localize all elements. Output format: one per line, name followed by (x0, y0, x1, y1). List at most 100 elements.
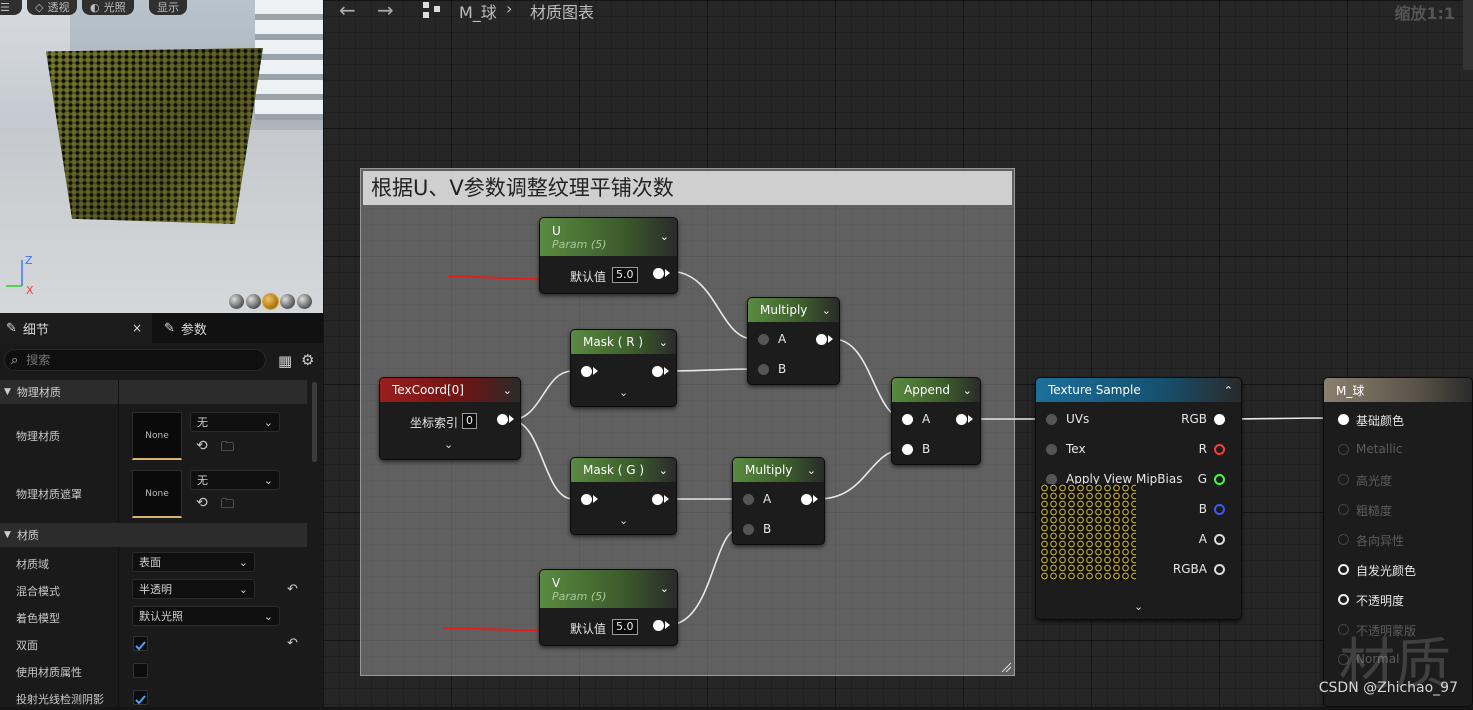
material-graph-canvas[interactable]: ← → M_球 › 材质图表 缩放1:1 根据U、V参数调整纹理平铺次数 U P… (323, 0, 1473, 707)
tab-parameters[interactable]: ✎ 参数 (158, 313, 213, 343)
node-multiply-2[interactable]: Multiply ⌄ A B (732, 457, 825, 545)
reset-arrow-icon[interactable]: ⟲ (196, 438, 208, 454)
collapse-icon[interactable]: ⌄ (503, 384, 512, 397)
default-value-input[interactable]: 5.0 (612, 267, 638, 283)
table-view-icon[interactable]: ▦ (278, 352, 292, 370)
expand-chevron-icon[interactable]: ⌄ (1134, 600, 1143, 613)
physical-material-mask-combo[interactable]: 无 ⌄ (190, 470, 280, 490)
shading-model-combo[interactable]: 默认光照 ⌄ (132, 606, 280, 626)
input-pin-a[interactable] (758, 334, 769, 345)
details-scrollbar[interactable] (312, 382, 317, 462)
chevron-down-icon: ⌄ (263, 415, 273, 429)
input-pin-metallic[interactable] (1338, 444, 1349, 455)
expand-chevron-icon[interactable]: ⌄ (619, 514, 628, 527)
csdn-credit: CSDN @Zhichao_97 (1318, 680, 1458, 696)
collapse-icon[interactable]: ⌄ (807, 464, 816, 477)
browse-folder-icon[interactable]: 🗀 (221, 495, 234, 517)
output-pin[interactable] (653, 620, 664, 631)
sphere-preview-icon[interactable] (246, 294, 261, 309)
material-domain-combo[interactable]: 表面 ⌄ (132, 552, 255, 572)
background-building (255, 0, 323, 120)
output-pin[interactable] (956, 414, 967, 425)
node-texcoord[interactable]: TexCoord[0] ⌄ 坐标索引 0 ⌄ (379, 377, 521, 460)
expand-chevron-icon[interactable]: ⌄ (619, 386, 628, 399)
material-preview-viewport[interactable]: ☰ ◇ 透视 ◐ 光照 显示 Z X (0, 0, 323, 313)
output-pin-a[interactable] (1214, 534, 1225, 545)
collapse-icon[interactable]: ⌄ (659, 336, 668, 349)
expand-chevron-icon[interactable]: ⌄ (444, 438, 453, 451)
input-pin-b[interactable] (758, 364, 769, 375)
collapse-icon[interactable]: ⌄ (659, 464, 668, 477)
chevron-down-icon: ⌄ (238, 582, 248, 596)
reset-to-default-icon[interactable]: ↶ (287, 636, 298, 651)
input-pin-uvs[interactable] (1046, 414, 1057, 425)
collapse-arrow-icon: ▼ (4, 387, 11, 397)
reset-to-default-icon[interactable]: ↶ (287, 582, 298, 597)
collapse-icon[interactable]: ⌄ (660, 582, 669, 595)
cube-preview-icon[interactable] (280, 294, 295, 309)
asset-thumbnail[interactable]: None (132, 412, 182, 460)
collapse-up-icon[interactable]: ⌃ (1224, 384, 1233, 397)
preview-mesh-selector[interactable] (229, 293, 312, 310)
section-material[interactable]: ▼ 材质 (0, 523, 307, 547)
viewport-menu-button[interactable]: ☰ (0, 0, 22, 15)
input-pin-specular[interactable] (1338, 474, 1349, 485)
blend-mode-combo[interactable]: 半透明 ⌄ (132, 579, 255, 599)
collapse-icon[interactable]: ⌄ (963, 384, 972, 397)
output-pin-b[interactable] (1214, 504, 1225, 515)
search-input[interactable] (26, 353, 247, 367)
asset-thumbnail[interactable]: None (132, 470, 182, 518)
output-pin[interactable] (497, 414, 508, 425)
output-pin[interactable] (801, 494, 812, 505)
output-pin-rgb[interactable] (1214, 414, 1225, 425)
cast-ray-traced-shadows-checkbox[interactable] (133, 690, 148, 705)
tab-details[interactable]: ✎ 细节 × (0, 313, 152, 343)
input-pin-b[interactable] (902, 444, 913, 455)
perspective-button[interactable]: ◇ 透视 (27, 0, 78, 15)
output-pin-g[interactable] (1214, 474, 1225, 485)
input-pin[interactable] (581, 366, 592, 377)
output-pin[interactable] (652, 494, 663, 505)
two-sided-checkbox[interactable] (133, 636, 148, 651)
output-pin-rgba[interactable] (1214, 564, 1225, 575)
cylinder-preview-icon[interactable] (229, 294, 244, 309)
input-pin[interactable] (581, 494, 592, 505)
node-texture-sample[interactable]: Texture Sample ⌃ UVs Tex Apply View MipBi… (1035, 377, 1242, 620)
details-search[interactable]: ⌕ (4, 349, 266, 371)
output-pin[interactable] (652, 366, 663, 377)
browse-folder-icon[interactable]: 🗀 (221, 438, 234, 460)
collapse-icon[interactable]: ⌄ (660, 230, 669, 243)
close-icon[interactable]: × (132, 321, 142, 335)
collapse-icon[interactable]: ⌄ (822, 304, 831, 317)
output-pin[interactable] (816, 334, 827, 345)
node-multiply-1[interactable]: Multiply ⌄ A B (747, 297, 840, 385)
input-pin-b[interactable] (743, 524, 754, 535)
physical-material-combo[interactable]: 无 ⌄ (190, 412, 280, 432)
input-pin-base-color[interactable] (1338, 414, 1349, 425)
reset-arrow-icon[interactable]: ⟲ (196, 495, 208, 511)
input-pin-tex[interactable] (1046, 444, 1057, 455)
show-button[interactable]: 显示 (149, 0, 187, 15)
node-mask-r[interactable]: Mask ( R ) ⌄ ⌄ (570, 329, 677, 407)
section-physical-material[interactable]: ▼ 物理材质 (0, 380, 307, 404)
input-pin-a[interactable] (902, 414, 913, 425)
teapot-preview-icon[interactable] (297, 294, 312, 309)
coordinate-index-input[interactable]: 0 (462, 413, 477, 429)
default-value-input[interactable]: 5.0 (612, 619, 638, 635)
gear-icon[interactable]: ⚙ (301, 351, 314, 369)
lighting-icon: ◐ (90, 0, 100, 14)
input-pin-anisotropy[interactable] (1338, 534, 1349, 545)
node-append[interactable]: Append ⌄ A B (891, 377, 981, 465)
lighting-button[interactable]: ◐ 光照 (82, 0, 134, 15)
input-pin-a[interactable] (743, 494, 754, 505)
output-pin[interactable] (653, 268, 664, 279)
plane-preview-icon[interactable] (262, 293, 279, 310)
output-pin-r[interactable] (1214, 444, 1225, 455)
node-param-u[interactable]: U Param (5) ⌄ 默认值 5.0 (539, 217, 678, 294)
input-pin-emissive[interactable] (1338, 564, 1349, 575)
node-mask-g[interactable]: Mask ( G ) ⌄ ⌄ (570, 457, 677, 535)
input-pin-opacity[interactable] (1338, 594, 1349, 605)
input-pin-roughness[interactable] (1338, 504, 1349, 515)
node-param-v[interactable]: V Param (5) ⌄ 默认值 5.0 (539, 569, 678, 646)
use-material-attributes-checkbox[interactable] (133, 663, 148, 678)
